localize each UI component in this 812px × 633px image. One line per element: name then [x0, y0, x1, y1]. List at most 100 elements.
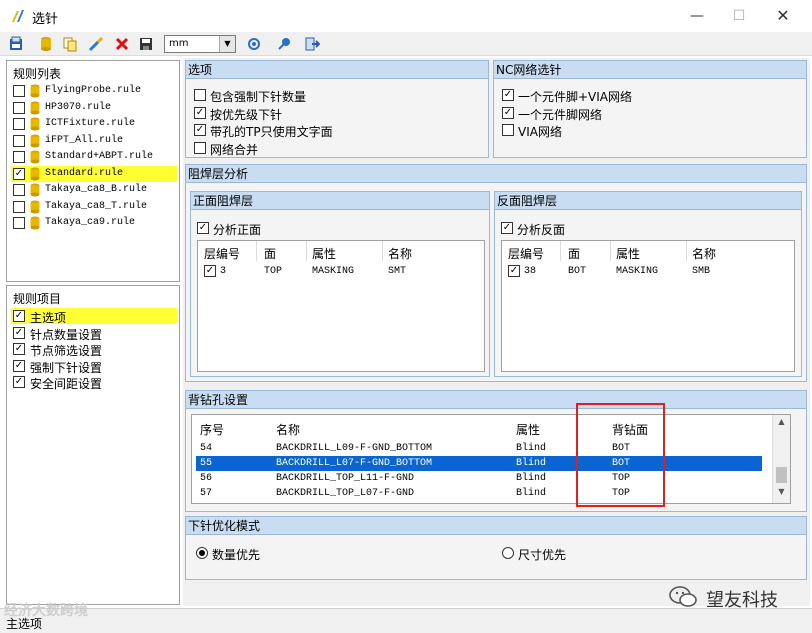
rule-list-item[interactable]: Takaya_ca8_B.rule — [11, 182, 177, 198]
table-row[interactable]: 54 BACKDRILL_L09-F-GND_BOTTOM Blind BOT — [196, 441, 762, 456]
scroll-down-icon[interactable]: ▼ — [773, 487, 790, 501]
database-icon — [30, 84, 40, 98]
radio-quantity-first-dot[interactable] — [196, 547, 208, 559]
table-row[interactable]: 57 BACKDRILL_TOP_L07-F-GND Blind TOP — [196, 486, 762, 501]
front-mask-header: 正面阻焊层 — [191, 192, 489, 210]
unit-select[interactable]: mm ▼ — [164, 35, 236, 53]
scroll-up-icon[interactable]: ▲ — [773, 417, 790, 431]
rule-item-checkbox[interactable]: ✓ — [13, 343, 25, 355]
import-icon[interactable] — [8, 36, 24, 52]
rule-checkbox[interactable]: ✓ — [13, 167, 25, 180]
rule-checkbox[interactable] — [13, 151, 25, 163]
rule-checkbox[interactable] — [13, 217, 25, 229]
refresh-icon[interactable] — [246, 36, 262, 52]
rule-checkbox[interactable] — [13, 118, 25, 130]
database-icon — [30, 183, 40, 197]
rule-item-label: 主选项 — [30, 311, 67, 325]
name-cell: BACKDRILL_TOP_L11-F-GND — [276, 473, 415, 484]
rule-item[interactable]: ✓ 强制下针设置 — [11, 358, 177, 375]
database-icon[interactable] — [38, 36, 54, 52]
probe-mode-group: 下针优化模式 数量优先 尺寸优先 — [185, 516, 807, 580]
rule-item[interactable]: ✓ 安全间距设置 — [11, 374, 177, 391]
table-row[interactable]: ✓ 3 TOP MASKING SMT — [198, 263, 484, 279]
rule-list-item[interactable]: Standard+ABPT.rule — [11, 149, 177, 165]
rule-checkbox[interactable] — [13, 101, 25, 114]
nc-net-group-header: NC网络选针 — [494, 61, 806, 79]
rule-checkbox[interactable] — [13, 85, 25, 97]
analyze-front-checkbox[interactable]: ✓ — [197, 222, 209, 234]
option-checkbox[interactable]: ✓ — [194, 106, 206, 119]
delete-icon[interactable] — [114, 36, 130, 52]
rule-list-item[interactable]: Takaya_ca8_T.rule — [11, 199, 177, 215]
vertical-scrollbar[interactable]: ▲ ▼ — [772, 415, 790, 503]
rule-checkbox[interactable] — [13, 184, 25, 196]
rule-list-label: Standard+ABPT.rule — [45, 151, 154, 162]
layer-cell: 38 — [524, 266, 537, 277]
chevron-down-icon[interactable]: ▼ — [219, 36, 235, 52]
radio-quantity-first-label: 数量优先 — [212, 548, 261, 562]
column-header-no: 序号 — [200, 423, 225, 437]
attr-cell: MASKING — [616, 266, 659, 277]
backdrill-side-highlight — [576, 403, 665, 507]
row-checkbox[interactable]: ✓ — [204, 265, 216, 277]
database-icon — [30, 134, 40, 148]
maximize-button[interactable]: ☐ — [724, 4, 754, 28]
rule-item[interactable]: ✓ 主选项 — [11, 308, 177, 325]
rule-item-checkbox[interactable]: ✓ — [13, 359, 25, 372]
rule-checkbox[interactable] — [13, 134, 25, 147]
analyze-back-checkbox[interactable]: ✓ — [501, 222, 513, 234]
rule-checkbox[interactable] — [13, 200, 25, 213]
analyze-front-label: 分析正面 — [213, 223, 262, 237]
table-row[interactable]: ✓ 38 BOT MASKING SMB — [502, 263, 794, 279]
column-header-side: 面 — [568, 247, 581, 261]
scroll-thumb[interactable] — [776, 467, 787, 483]
option-checkbox[interactable]: ✓ — [502, 89, 514, 101]
database-icon — [30, 117, 40, 131]
option-label: VIA网络 — [518, 125, 562, 139]
rule-list-label: FlyingProbe.rule — [45, 85, 142, 96]
table-row[interactable]: 55 BACKDRILL_L07-F-GND_BOTTOM Blind BOT — [196, 456, 762, 471]
name-cell: SMB — [692, 266, 711, 277]
table-row[interactable]: 56 BACKDRILL_TOP_L11-F-GND Blind TOP — [196, 471, 762, 486]
rule-list-item[interactable]: ICTFixture.rule — [11, 116, 177, 132]
option-label: 一个元件脚+VIA网络 — [518, 90, 633, 104]
rule-item-checkbox[interactable]: ✓ — [13, 310, 25, 322]
row-checkbox[interactable]: ✓ — [508, 265, 520, 277]
attr-cell: MASKING — [312, 266, 355, 277]
column-header-name: 名称 — [692, 247, 717, 261]
rule-item[interactable]: ✓ 针点数量设置 — [11, 325, 177, 342]
option-label: 带孔的TP只使用文字面 — [210, 125, 333, 139]
copy-icon[interactable] — [62, 36, 78, 52]
column-header-attr: 属性 — [516, 423, 541, 437]
save-icon[interactable] — [138, 36, 154, 52]
option-checkbox[interactable] — [194, 89, 206, 101]
close-button[interactable]: ✕ — [768, 4, 798, 28]
status-bar: 主选项 — [0, 608, 812, 633]
rule-list-item[interactable]: FlyingProbe.rule — [11, 83, 177, 99]
column-header-layer: 层编号 — [204, 247, 241, 261]
rule-item[interactable]: ✓ 节点筛选设置 — [11, 341, 177, 358]
rule-list-item[interactable]: iFPT_All.rule — [11, 133, 177, 149]
rule-list-label: Takaya_ca9.rule — [45, 217, 136, 228]
front-mask-listbox: 层编号 面 属性 名称 ✓ 3 TOP MASKING SMT — [197, 240, 485, 372]
watermark-left: 经济大数跨境 — [4, 603, 88, 619]
option-checkbox[interactable]: ✓ — [502, 106, 514, 119]
no-cell: 54 — [200, 443, 213, 454]
rule-item-checkbox[interactable]: ✓ — [13, 376, 25, 388]
radio-size-first-dot[interactable] — [502, 547, 514, 559]
pin-icon[interactable] — [276, 36, 292, 52]
rule-item-checkbox[interactable]: ✓ — [13, 326, 25, 339]
side-cell: BOT — [568, 266, 587, 277]
option-checkbox[interactable] — [194, 141, 206, 154]
minimize-button[interactable]: — — [682, 4, 712, 28]
solder-mask-group: 阻焊层分析 正面阻焊层 ✓ 分析正面 层编号 面 属性 名称 ✓ 3 TOP M… — [185, 164, 807, 382]
rule-list-item[interactable]: Takaya_ca9.rule — [11, 215, 177, 231]
rule-list-item[interactable]: ✓ Standard.rule — [11, 165, 177, 182]
options-pane: 选项 包含强制下针数量 ✓ 按优先级下针 ✓ 带孔的TP只使用文字面 网络合并 NC网络选… — [183, 58, 810, 606]
exit-icon[interactable] — [304, 36, 320, 52]
option-checkbox[interactable]: ✓ — [194, 124, 206, 136]
column-header-side: 面 — [264, 247, 277, 261]
rule-list-item[interactable]: HP3070.rule — [11, 100, 177, 116]
probe-icon[interactable] — [88, 36, 104, 52]
option-checkbox[interactable] — [502, 124, 514, 136]
